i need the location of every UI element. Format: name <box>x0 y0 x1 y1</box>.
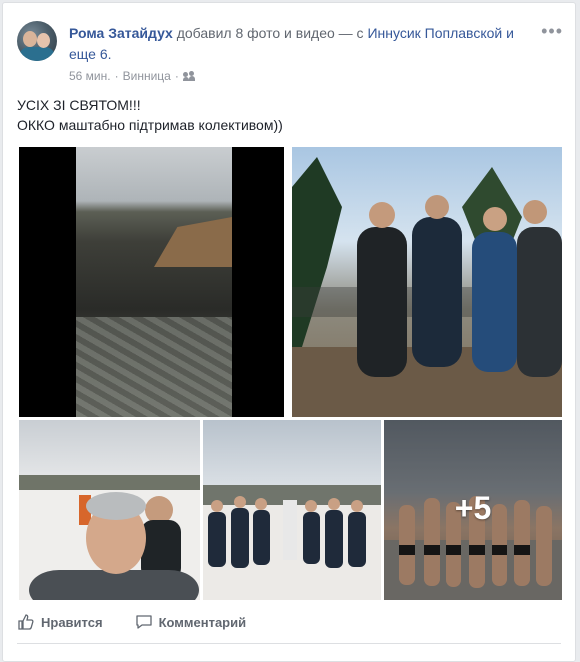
meta-separator: · <box>114 69 119 83</box>
post-action-text: добавил 8 фото и видео — с <box>176 25 364 41</box>
post-text-line: УСІХ ЗІ СВЯТОМ!!! <box>17 97 141 113</box>
post-photo-group-men[interactable] <box>292 147 562 417</box>
post-meta: 56 мин. · Винница · <box>69 69 195 83</box>
author-name-link[interactable]: Рома Затайдух <box>69 25 173 41</box>
tagged-person-link[interactable]: Иннусик Поплавской <box>367 25 502 41</box>
post-photo-selfie[interactable] <box>19 420 200 600</box>
post-video-thumbnail[interactable] <box>19 147 284 417</box>
comment-button[interactable]: Комментарий <box>135 610 247 634</box>
post-header-line: Рома Затайдух добавил 8 фото и видео — с… <box>69 23 539 65</box>
post-card: Рома Затайдух добавил 8 фото и видео — с… <box>2 2 576 662</box>
thumbs-up-icon <box>18 614 34 630</box>
photo-scene <box>292 157 562 417</box>
author-avatar[interactable] <box>17 21 57 61</box>
more-photos-count: +5 <box>454 490 492 526</box>
actions-divider <box>17 643 561 644</box>
post-location-link[interactable]: Винница <box>123 69 171 83</box>
post-actions-bar: Нравится Комментарий <box>17 610 565 634</box>
photo-scene <box>203 485 381 600</box>
friends-icon[interactable] <box>182 71 195 81</box>
like-button[interactable]: Нравится <box>17 610 103 634</box>
photo-scene <box>19 475 200 600</box>
post-header: Рома Затайдух добавил 8 фото и видео — с… <box>17 17 565 87</box>
meta-separator: · <box>174 69 179 83</box>
post-photo-group-snow[interactable] <box>203 420 381 600</box>
post-text: УСІХ ЗІ СВЯТОМ!!! ОККО маштабно підтрима… <box>17 95 283 135</box>
post-options-icon[interactable]: ••• <box>541 21 563 42</box>
post-timestamp-link[interactable]: 56 мин. <box>69 69 111 83</box>
like-label: Нравится <box>41 614 103 630</box>
post-photo-more[interactable]: +5 <box>384 420 562 600</box>
post-text-line: ОККО маштабно підтримав колективом)) <box>17 117 283 133</box>
comment-label: Комментарий <box>158 614 247 630</box>
comment-bubble-icon <box>135 615 152 629</box>
